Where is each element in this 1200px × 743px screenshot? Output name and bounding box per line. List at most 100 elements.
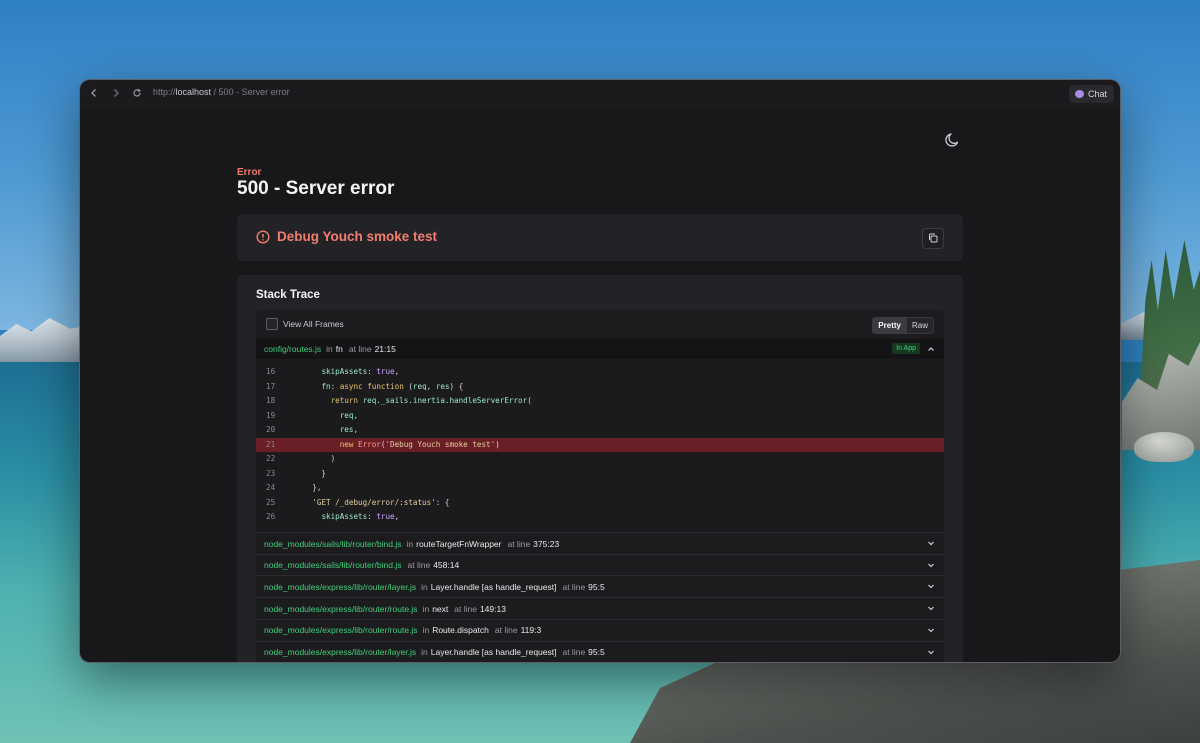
stack-frame-row[interactable]: node_modules/express/lib/router/layer.js… bbox=[256, 575, 944, 598]
code-line: 23 } bbox=[256, 467, 944, 482]
stack-frame-row[interactable]: node_modules/sails/lib/router/bind.js at … bbox=[256, 553, 944, 576]
browser-toolbar: http://localhost / 500 - Server error Ch… bbox=[80, 80, 1120, 109]
frame-function: fn bbox=[335, 344, 343, 354]
frame-line: 95:5 bbox=[588, 647, 605, 657]
frame-line: 95:5 bbox=[588, 581, 605, 592]
frame-line: 458:14 bbox=[433, 560, 460, 571]
frame-line: 21:15 bbox=[374, 344, 396, 354]
code-line-text: 'GET /_debug/error/:status': { bbox=[312, 497, 450, 507]
code-line-number: 23 bbox=[266, 468, 276, 478]
code-line: 20 res, bbox=[256, 423, 944, 438]
stack-trace-panel: View All Frames Pretty Raw config/routes… bbox=[256, 310, 944, 662]
stack-frame-primary[interactable]: config/routes.js in fn at line 21:15 In … bbox=[256, 339, 944, 359]
code-line-number: 22 bbox=[266, 454, 276, 463]
code-line-number: 17 bbox=[266, 381, 276, 391]
frame-file: node_modules/sails/lib/router/bind.js bbox=[264, 560, 402, 571]
reload-icon bbox=[133, 88, 141, 97]
page-title: 500 - Server error bbox=[237, 178, 395, 199]
code-line: 17 fn: async function (req, res) { bbox=[256, 380, 944, 395]
frame-line: 119:3 bbox=[520, 625, 542, 636]
copy-icon bbox=[929, 233, 938, 243]
frame-file: node_modules/express/lib/router/layer.js bbox=[264, 581, 417, 592]
code-line-text: fn: async function (req, res) { bbox=[321, 381, 464, 391]
moon-icon bbox=[945, 133, 959, 147]
page-content: Error 500 - Server error Debug Youch smo… bbox=[80, 108, 1120, 662]
stack-frame-row[interactable]: node_modules/express/lib/router/route.js… bbox=[256, 618, 944, 641]
frame-in: in bbox=[421, 581, 428, 592]
frame-in: in bbox=[326, 344, 333, 354]
frame-at: at line bbox=[562, 647, 586, 657]
frame-function: next bbox=[432, 603, 449, 614]
frame-file: node_modules/express/lib/router/route.js bbox=[264, 625, 418, 636]
frame-function: Layer.handle [as handle_request] bbox=[430, 581, 557, 592]
frame-in: in bbox=[421, 647, 428, 657]
code-line: 18 return req._sails.inertia.handleServe… bbox=[256, 394, 944, 409]
frame-file: node_modules/sails/lib/router/bind.js bbox=[264, 538, 402, 549]
copy-button[interactable] bbox=[922, 228, 944, 249]
code-snippet: 16 skipAssets: true, 17 fn: async functio… bbox=[256, 359, 944, 538]
view-all-frames-checkbox[interactable] bbox=[266, 318, 278, 330]
code-line-highlighted: 21 new Error('Debug Youch smoke test') bbox=[256, 437, 944, 452]
code-line-number: 21 bbox=[266, 439, 276, 449]
code-line-text: req, bbox=[339, 410, 359, 420]
forward-arrow-icon bbox=[114, 89, 119, 97]
code-line: 25 'GET /_debug/error/:status': { bbox=[256, 496, 944, 511]
frame-at: at line bbox=[507, 538, 531, 549]
url-scheme: http:// bbox=[153, 87, 176, 97]
code-line: 22 ) bbox=[256, 452, 944, 467]
frame-at: at line bbox=[407, 560, 431, 571]
error-message-card: Debug Youch smoke test bbox=[237, 214, 963, 261]
code-line-number: 16 bbox=[266, 367, 276, 376]
forward-button[interactable] bbox=[108, 86, 124, 102]
chevron-down-icon[interactable] bbox=[926, 538, 936, 548]
frame-function: Layer.handle [as handle_request] bbox=[430, 647, 557, 657]
theme-toggle-button[interactable] bbox=[944, 131, 962, 149]
code-line-number: 25 bbox=[266, 497, 276, 507]
code-line-text: skipAssets: true, bbox=[321, 367, 400, 376]
stack-frame-row[interactable]: node_modules/express/lib/router/layer.js… bbox=[256, 640, 944, 662]
chevron-up-icon[interactable] bbox=[926, 344, 936, 354]
chevron-down-icon[interactable] bbox=[926, 603, 936, 613]
code-line-number: 18 bbox=[266, 396, 276, 405]
mode-pretty-button[interactable]: Pretty bbox=[873, 318, 906, 333]
frame-file: node_modules/express/lib/router/route.js bbox=[264, 603, 418, 614]
mode-raw-button[interactable]: Raw bbox=[905, 318, 933, 333]
back-button[interactable] bbox=[86, 86, 102, 102]
chevron-down-icon[interactable] bbox=[926, 581, 936, 591]
code-line-text: new Error('Debug Youch smoke test') bbox=[339, 439, 500, 449]
reload-button[interactable] bbox=[129, 86, 145, 102]
back-arrow-icon bbox=[91, 89, 96, 97]
chevron-down-icon[interactable] bbox=[926, 647, 936, 657]
stack-trace-card: Stack Trace View All Frames Pretty Raw c… bbox=[237, 275, 963, 662]
code-line-number: 19 bbox=[266, 410, 276, 420]
frame-in: in bbox=[422, 625, 430, 636]
address-bar[interactable]: http://localhost / 500 - Server error bbox=[153, 87, 290, 97]
code-line-text: ) bbox=[294, 454, 336, 463]
frame-in: in bbox=[406, 538, 414, 549]
frame-in: in bbox=[422, 603, 430, 614]
chevron-down-icon[interactable] bbox=[926, 560, 936, 570]
code-line-text: }, bbox=[294, 483, 322, 492]
code-line: 26 skipAssets: true, bbox=[256, 510, 944, 525]
code-line-text: } bbox=[294, 468, 327, 478]
chat-button[interactable]: Chat bbox=[1068, 85, 1114, 103]
code-line: 16 skipAssets: true, bbox=[256, 365, 944, 380]
code-line-number: 24 bbox=[266, 483, 276, 492]
frame-file: config/routes.js bbox=[264, 344, 322, 354]
code-line-number: 20 bbox=[266, 425, 276, 434]
url-path: / 500 - Server error bbox=[211, 87, 290, 97]
chat-button-label: Chat bbox=[1087, 89, 1107, 99]
error-kicker: Error bbox=[237, 167, 262, 178]
chat-icon bbox=[1074, 90, 1084, 98]
code-line-text: skipAssets: true, bbox=[321, 512, 400, 521]
code-line-text: return req._sails.inertia.handleServerEr… bbox=[330, 396, 532, 405]
frame-at: at line bbox=[562, 581, 586, 592]
frame-file: node_modules/express/lib/router/layer.js bbox=[264, 647, 417, 657]
url-host: localhost bbox=[175, 87, 212, 97]
stack-frame-row[interactable]: node_modules/express/lib/router/route.js… bbox=[256, 597, 944, 620]
view-all-frames-toggle[interactable]: View All Frames bbox=[266, 318, 344, 330]
stack-frame-row[interactable]: node_modules/sails/lib/router/bind.js in r… bbox=[256, 532, 944, 554]
code-line: 24 }, bbox=[256, 481, 944, 496]
chevron-down-icon[interactable] bbox=[926, 625, 936, 635]
stack-trace-title: Stack Trace bbox=[256, 289, 320, 301]
